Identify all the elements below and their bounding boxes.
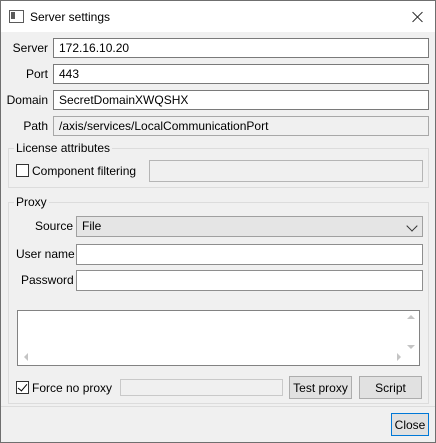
username-field[interactable]: [76, 244, 423, 265]
close-icon[interactable]: [401, 1, 435, 32]
scroll-right-icon[interactable]: [397, 353, 401, 361]
component-filtering-label[interactable]: Component filtering: [32, 164, 136, 178]
proxy-script-textarea[interactable]: [17, 310, 420, 366]
source-label: Source: [35, 219, 74, 233]
scroll-left-icon[interactable]: [24, 353, 28, 361]
force-no-proxy-checkbox[interactable]: [16, 381, 29, 394]
title-bar: Server settings: [1, 1, 435, 32]
source-value: File: [82, 219, 102, 233]
server-field[interactable]: 172.16.10.20: [53, 38, 429, 58]
window-title: Server settings: [30, 10, 111, 24]
test-proxy-button[interactable]: Test proxy: [289, 376, 352, 399]
port-field[interactable]: 443: [53, 64, 429, 84]
password-label: Password: [21, 273, 74, 287]
scroll-up-icon[interactable]: [407, 315, 415, 319]
script-button[interactable]: Script: [359, 376, 422, 399]
license-attributes-title: License attributes: [14, 141, 113, 155]
chevron-down-icon: [406, 220, 418, 232]
server-settings-dialog: Server settings Server 172.16.10.20 Port…: [0, 0, 436, 443]
server-label: Server: [12, 41, 48, 55]
component-filtering-field: [149, 160, 423, 182]
proxy-title: Proxy: [14, 195, 49, 209]
close-button[interactable]: Close: [391, 413, 429, 436]
port-label: Port: [25, 67, 48, 81]
username-label: User name: [16, 247, 75, 261]
domain-field[interactable]: SecretDomainXWQSHX: [53, 90, 429, 110]
proxy-status-field: [120, 379, 283, 396]
footer-separator: [1, 406, 435, 407]
force-no-proxy-label[interactable]: Force no proxy: [32, 381, 112, 395]
path-label: Path: [23, 119, 48, 133]
component-filtering-checkbox[interactable]: [16, 164, 29, 177]
domain-label: Domain: [6, 93, 48, 107]
password-field[interactable]: [76, 270, 423, 291]
source-select[interactable]: File: [76, 216, 423, 237]
path-field[interactable]: /axis/services/LocalCommunicationPort: [53, 116, 429, 136]
scroll-down-icon[interactable]: [407, 345, 415, 349]
window-icon: [9, 10, 24, 23]
